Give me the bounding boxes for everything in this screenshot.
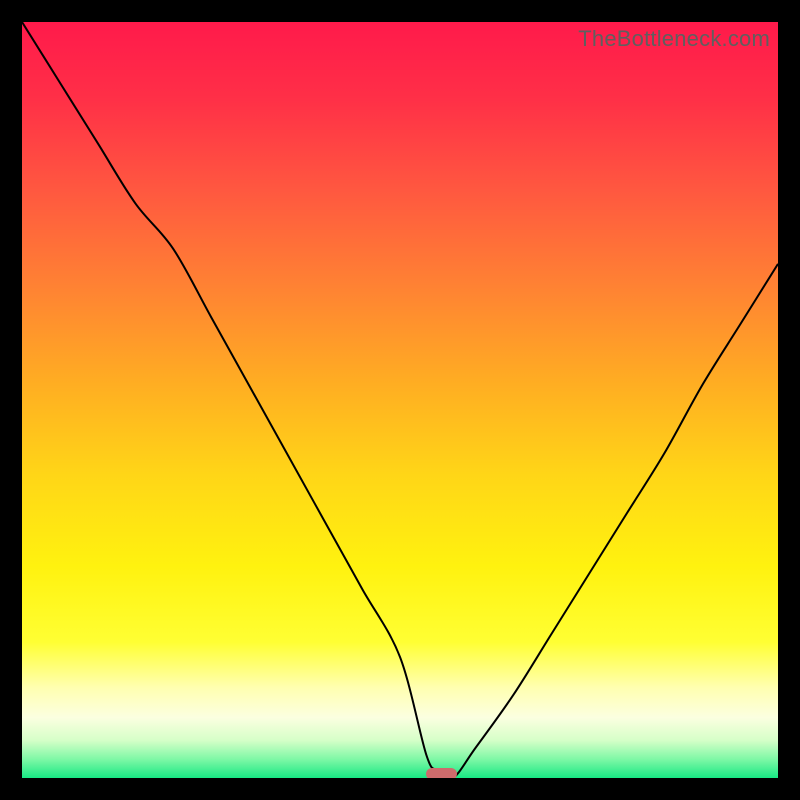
plot-area: TheBottleneck.com [22, 22, 778, 778]
bottleneck-curve [22, 22, 778, 778]
chart-frame: TheBottleneck.com [0, 0, 800, 800]
bottleneck-marker [426, 768, 456, 778]
